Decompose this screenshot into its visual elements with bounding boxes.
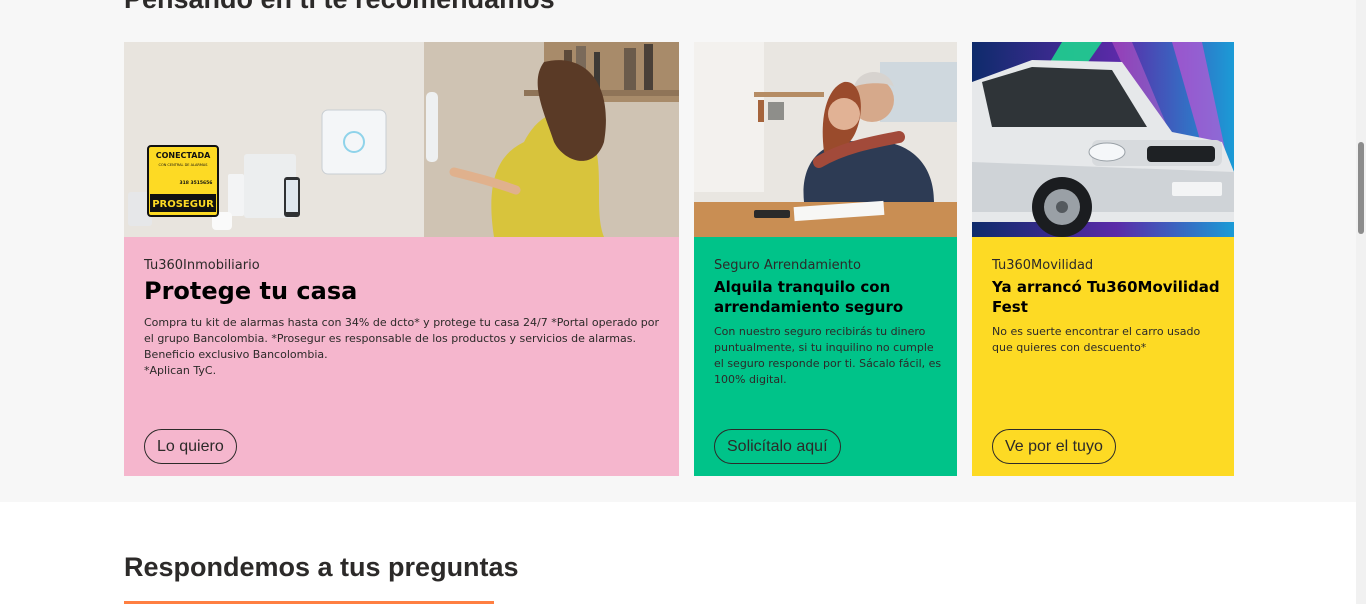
card-eyebrow: Tu360Movilidad <box>992 258 1094 273</box>
card-image-couple <box>694 42 957 237</box>
card-arrendamiento-seguro[interactable]: Seguro Arrendamiento Alquila tranquilo c… <box>694 42 957 476</box>
card-description: Con nuestro seguro recibirás tu dinero p… <box>714 325 942 386</box>
card-title: Protege tu casa <box>144 277 358 305</box>
card-eyebrow: Seguro Arrendamiento <box>714 258 861 273</box>
card-movilidad-fest[interactable]: Tu360Movilidad Ya arrancó Tu360Movilidad… <box>972 42 1234 476</box>
lo-quiero-button[interactable]: Lo quiero <box>144 429 237 464</box>
couple-photo <box>694 42 957 237</box>
recommendations-section: Pensando en ti te recomendamos <box>0 0 1356 502</box>
card-title: Ya arrancó Tu360Movilidad Fest <box>992 278 1220 316</box>
scrollbar-thumb[interactable] <box>1358 142 1364 234</box>
card-title: Alquila tranquilo con arrendamiento segu… <box>714 278 904 316</box>
section-title: Pensando en ti te recomendamos <box>124 0 555 15</box>
card-protege-tu-casa[interactable]: CONECTADA CON CENTRAL DE ALARMAS 318 351… <box>124 42 679 476</box>
card-note: *Aplican TyC. <box>144 364 217 377</box>
card-body: Tu360Movilidad Ya arrancó Tu360Movilidad… <box>972 237 1234 476</box>
card-description: No es suerte encontrar el carro usado qu… <box>992 325 1201 354</box>
page-scrollbar[interactable] <box>1356 0 1366 604</box>
ve-por-el-tuyo-button[interactable]: Ve por el tuyo <box>992 429 1116 464</box>
sign-text-central: CON CENTRAL DE ALARMAS <box>159 163 209 167</box>
card-eyebrow: Tu360Inmobiliario <box>144 258 260 273</box>
faq-title: Respondemos a tus preguntas <box>124 552 519 582</box>
card-body: Seguro Arrendamiento Alquila tranquilo c… <box>694 237 957 476</box>
card-image-car <box>972 42 1234 237</box>
card-image-alarm-kit: CONECTADA CON CENTRAL DE ALARMAS 318 351… <box>124 42 679 237</box>
sign-text-phone: 318 3515656 <box>180 180 213 186</box>
solicitalo-aqui-button[interactable]: Solicítalo aquí <box>714 429 841 464</box>
card-description-text: Compra tu kit de alarmas hasta con 34% d… <box>144 316 660 361</box>
alarm-photo: CONECTADA CON CENTRAL DE ALARMAS 318 351… <box>124 42 679 237</box>
card-description: Compra tu kit de alarmas hasta con 34% d… <box>144 315 664 379</box>
car-photo <box>972 42 1234 237</box>
sign-text-conectada: CONECTADA <box>156 151 211 160</box>
sign-text-prosegur: PROSEGUR <box>152 199 214 210</box>
card-body: Tu360Inmobiliario Protege tu casa Compra… <box>124 237 679 476</box>
